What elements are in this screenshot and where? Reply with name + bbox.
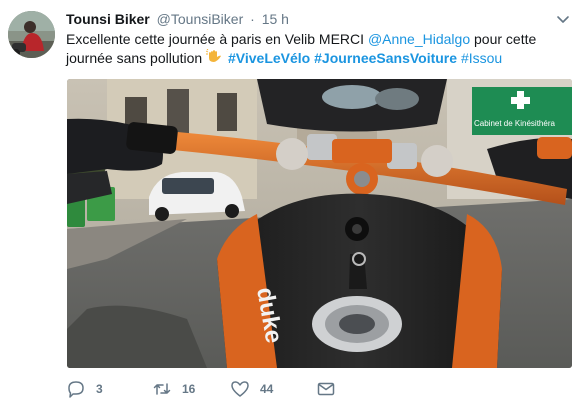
avatar[interactable] bbox=[8, 11, 55, 58]
hashtag-link[interactable]: #ViveLeVélo bbox=[228, 50, 310, 66]
waving-hand-icon bbox=[205, 48, 224, 68]
motorcycle-photo: Cabinet de Kinésithéra duke bbox=[67, 79, 572, 368]
tweet-actions: 3 16 44 bbox=[66, 378, 336, 400]
hashtag-link[interactable]: #Issou bbox=[461, 50, 502, 66]
like-count: 44 bbox=[260, 382, 274, 396]
like-button[interactable]: 44 bbox=[230, 379, 316, 399]
tweet-card[interactable]: Tounsi Biker @TounsiBiker · 15 h Excelle… bbox=[0, 0, 582, 405]
tweet-header: Tounsi Biker @TounsiBiker · 15 h bbox=[66, 10, 289, 28]
reply-icon bbox=[68, 381, 84, 398]
tweet-text-part: Excellente cette journée à paris en Veli… bbox=[66, 31, 368, 47]
direct-message-button[interactable] bbox=[316, 379, 336, 399]
retweet-icon bbox=[153, 383, 171, 395]
retweet-button[interactable]: 16 bbox=[152, 379, 230, 399]
heart-icon bbox=[231, 381, 249, 397]
reply-button[interactable]: 3 bbox=[66, 379, 152, 399]
tweet-text: Excellente cette journée à paris en Veli… bbox=[66, 30, 571, 68]
shop-sign-text: Cabinet de Kinésithéra bbox=[474, 119, 555, 128]
separator-dot: · bbox=[250, 11, 255, 27]
chevron-down-icon[interactable] bbox=[556, 12, 570, 26]
tweet-timestamp[interactable]: 15 h bbox=[262, 11, 289, 27]
author-name[interactable]: Tounsi Biker bbox=[66, 11, 150, 27]
tweet-media-photo[interactable]: Cabinet de Kinésithéra duke bbox=[67, 79, 572, 368]
envelope-icon bbox=[317, 382, 335, 396]
author-handle[interactable]: @TounsiBiker bbox=[157, 11, 244, 27]
mention-link[interactable]: @Anne_Hidalgo bbox=[368, 31, 470, 47]
avatar-photo bbox=[8, 11, 55, 58]
hashtag-link[interactable]: #JourneeSansVoiture bbox=[314, 50, 457, 66]
reply-count: 3 bbox=[96, 382, 103, 396]
retweet-count: 16 bbox=[182, 382, 196, 396]
